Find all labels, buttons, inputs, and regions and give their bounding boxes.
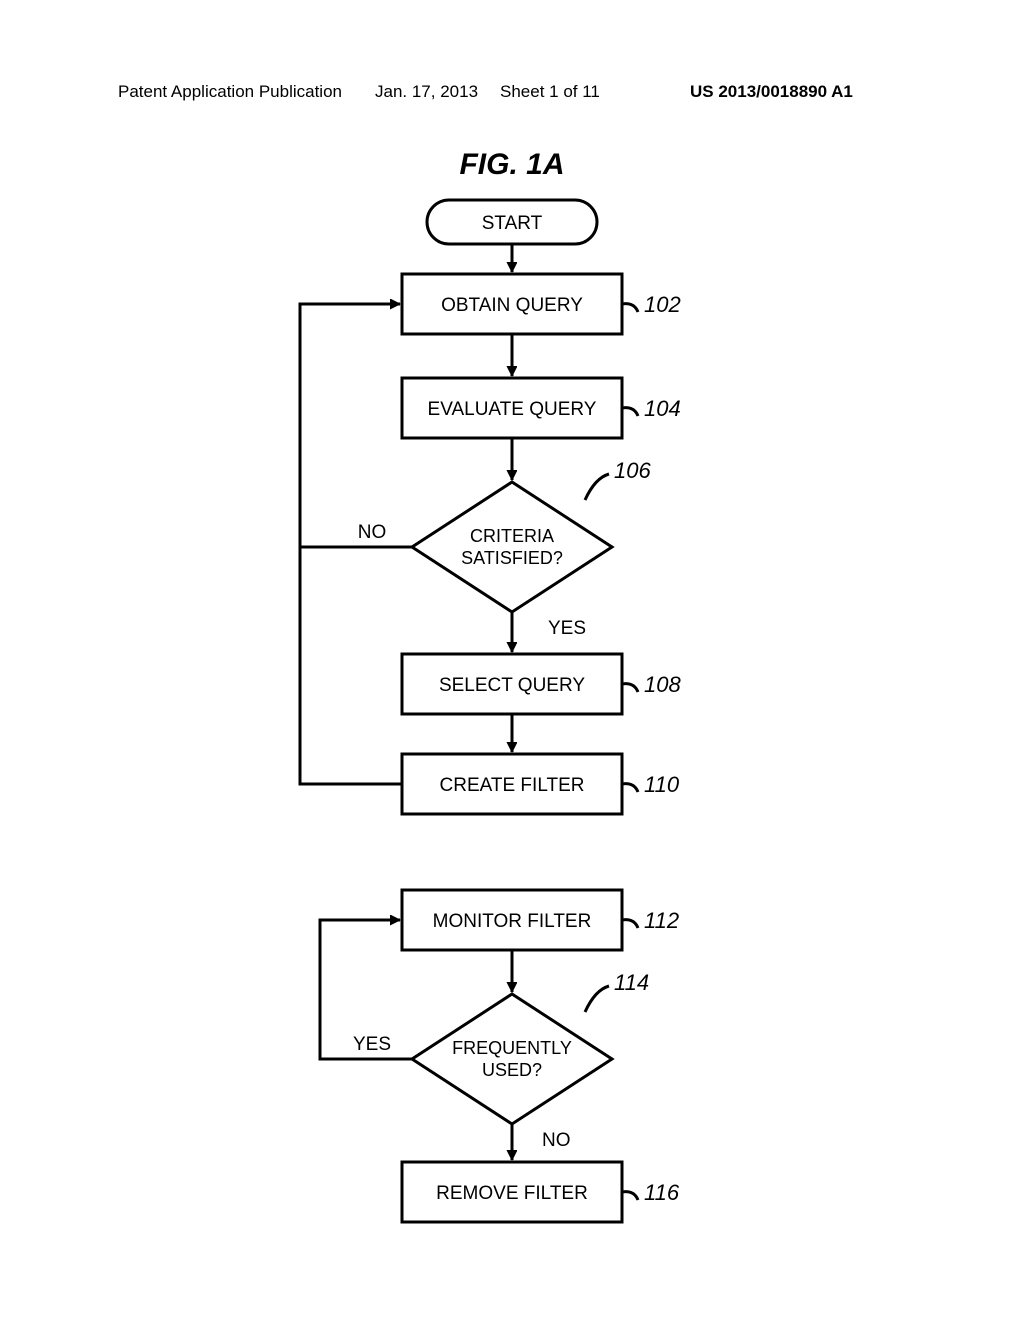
decision-114 — [412, 994, 612, 1124]
ref-104-leader — [622, 408, 638, 416]
step-110-label: CREATE FILTER — [440, 775, 585, 796]
ref-112: 112 — [644, 908, 679, 933]
label-114-yes: YES — [353, 1034, 391, 1055]
page: Patent Application Publication Jan. 17, … — [0, 0, 1024, 1320]
step-116-label: REMOVE FILTER — [436, 1183, 588, 1204]
step-102-label: OBTAIN QUERY — [441, 295, 583, 316]
ref-108-leader — [622, 684, 638, 692]
label-114-no: NO — [542, 1130, 571, 1151]
ref-102-leader — [622, 304, 638, 312]
step-108-label: SELECT QUERY — [439, 675, 585, 696]
ref-104: 104 — [644, 396, 681, 421]
decision-106 — [412, 482, 612, 612]
ref-102: 102 — [644, 292, 681, 317]
decision-114-l2: USED? — [482, 1060, 542, 1080]
label-106-no: NO — [358, 522, 387, 543]
arrow-106-no — [300, 304, 412, 547]
ref-116: 116 — [644, 1180, 680, 1205]
ref-114-leader — [585, 986, 609, 1012]
decision-106-l1: CRITERIA — [470, 526, 554, 546]
ref-108: 108 — [644, 672, 681, 697]
ref-110-leader — [622, 784, 638, 792]
decision-114-l1: FREQUENTLY — [452, 1038, 572, 1058]
ref-106: 106 — [614, 458, 651, 483]
ref-112-leader — [622, 920, 638, 928]
ref-106-leader — [585, 474, 609, 500]
decision-106-l2: SATISFIED? — [461, 548, 563, 568]
step-104-label: EVALUATE QUERY — [428, 399, 597, 420]
ref-116-leader — [622, 1192, 638, 1200]
flowchart: START OBTAIN QUERY 102 EVALUATE QUERY 10… — [0, 0, 1024, 1320]
step-112-label: MONITOR FILTER — [433, 911, 592, 932]
terminator-start-label: START — [482, 213, 543, 234]
ref-114: 114 — [614, 970, 649, 995]
label-106-yes: YES — [548, 618, 586, 639]
ref-110: 110 — [644, 772, 680, 797]
arrow-110-loop — [300, 547, 402, 784]
